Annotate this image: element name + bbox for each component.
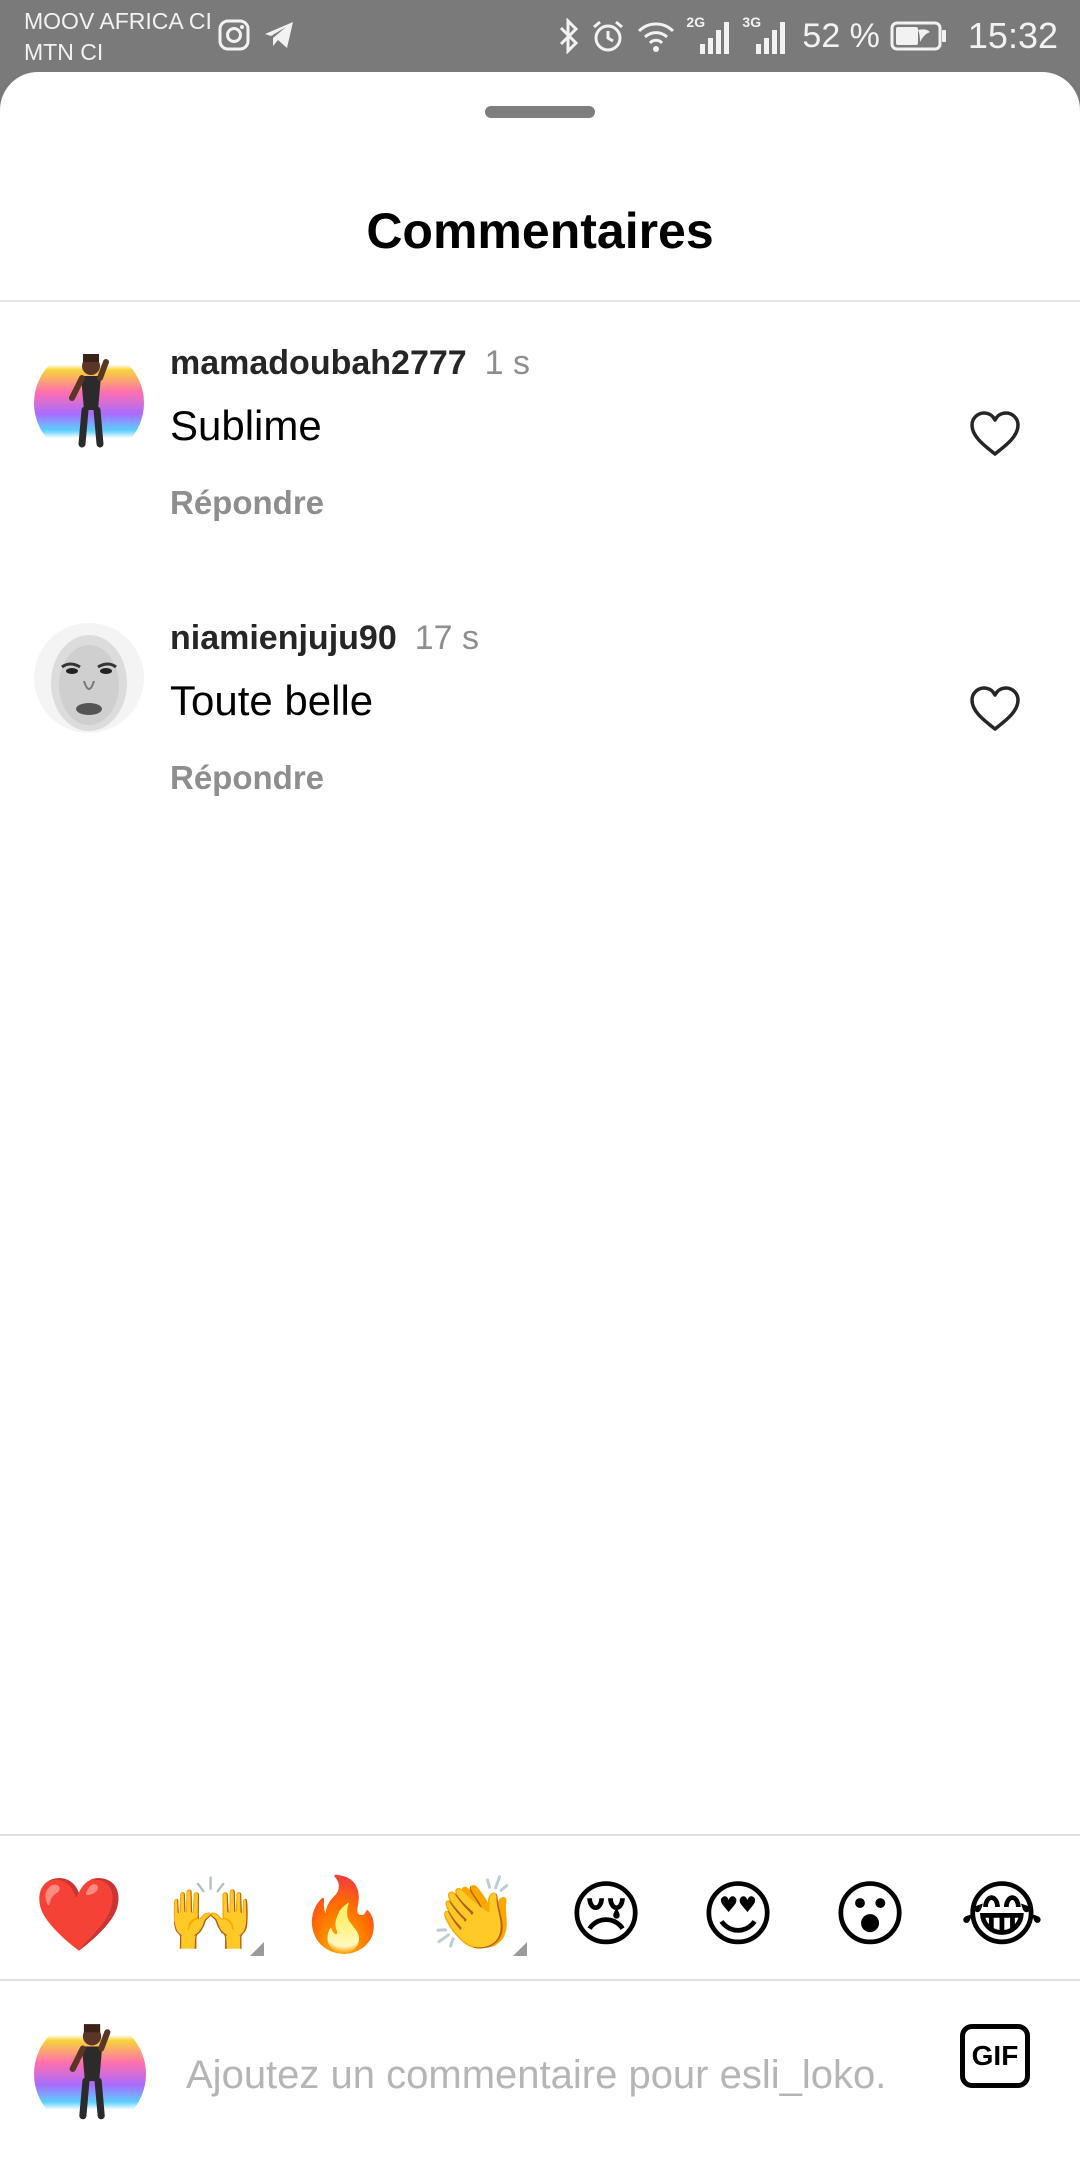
- signal-icon: 3G: [742, 14, 788, 56]
- battery-percent: 52 %: [802, 16, 880, 55]
- emoji-variants-indicator: [513, 1942, 527, 1956]
- username-text[interactable]: niamienjuju90: [170, 619, 397, 657]
- bluetooth-icon: [560, 18, 579, 54]
- emoji-variants-indicator: [250, 1942, 264, 1956]
- emoji-fire[interactable]: 🔥: [298, 1870, 388, 1958]
- telegram-icon: [265, 22, 293, 48]
- divider: [0, 300, 1080, 302]
- comment-username[interactable]: mamadoubah2777 1 s: [170, 344, 530, 383]
- emoji-crying[interactable]: 😢: [562, 1870, 650, 1958]
- comment-item: mamadoubah2777 1 s Sublime Répondre: [0, 344, 1080, 564]
- emoji-surprised[interactable]: 😮: [826, 1870, 914, 1958]
- alarm-icon: [593, 20, 624, 52]
- signal-icon: 2G: [686, 14, 732, 56]
- status-bar: MOOV AFRICA CI MTN CI 2G 3G 52 % 15:32: [0, 0, 1080, 72]
- emoji-raising-hands[interactable]: 🙌: [166, 1870, 256, 1958]
- carrier-2: MTN CI: [24, 39, 104, 65]
- wifi-icon: [638, 22, 675, 52]
- emoji-heart-eyes[interactable]: 😍: [694, 1870, 782, 1958]
- comment-time: 1 s: [484, 344, 531, 382]
- avatar[interactable]: [34, 348, 144, 458]
- emoji-clapping[interactable]: 👏: [430, 1870, 520, 1958]
- carrier-info: MOOV AFRICA CI MTN CI: [24, 6, 212, 68]
- comment-input[interactable]: [186, 2044, 926, 2106]
- comment-username[interactable]: niamienjuju90 17 s: [170, 619, 479, 658]
- comment-time: 17 s: [414, 619, 479, 657]
- sheet-title: Commentaires: [366, 203, 714, 259]
- divider: [0, 1979, 1080, 1981]
- current-user-avatar: [34, 2018, 146, 2130]
- instagram-icon: [218, 19, 250, 51]
- reply-button[interactable]: Répondre: [170, 759, 324, 797]
- comments-sheet: Commentaires mamadoubah2777 1 s Sublime …: [0, 72, 1080, 2160]
- gif-button[interactable]: GIF: [960, 2024, 1030, 2088]
- comment-text: Sublime: [170, 402, 322, 449]
- username-text[interactable]: mamadoubah2777: [170, 344, 467, 382]
- divider: [0, 1834, 1080, 1836]
- heart-icon[interactable]: [968, 685, 1022, 733]
- emoji-heart[interactable]: ❤️: [34, 1870, 124, 1958]
- avatar[interactable]: [34, 623, 144, 733]
- emoji-laughing[interactable]: 😂: [958, 1870, 1046, 1958]
- comment-text: Toute belle: [170, 677, 374, 724]
- drag-handle[interactable]: [485, 106, 595, 118]
- reply-button[interactable]: Répondre: [170, 484, 324, 522]
- battery-icon: [890, 21, 946, 51]
- comment-item: niamienjuju90 17 s Toute belle Répondre: [0, 619, 1080, 839]
- carrier-1: MOOV AFRICA CI: [24, 8, 212, 34]
- clock: 15:32: [967, 15, 1058, 56]
- heart-icon[interactable]: [968, 410, 1022, 458]
